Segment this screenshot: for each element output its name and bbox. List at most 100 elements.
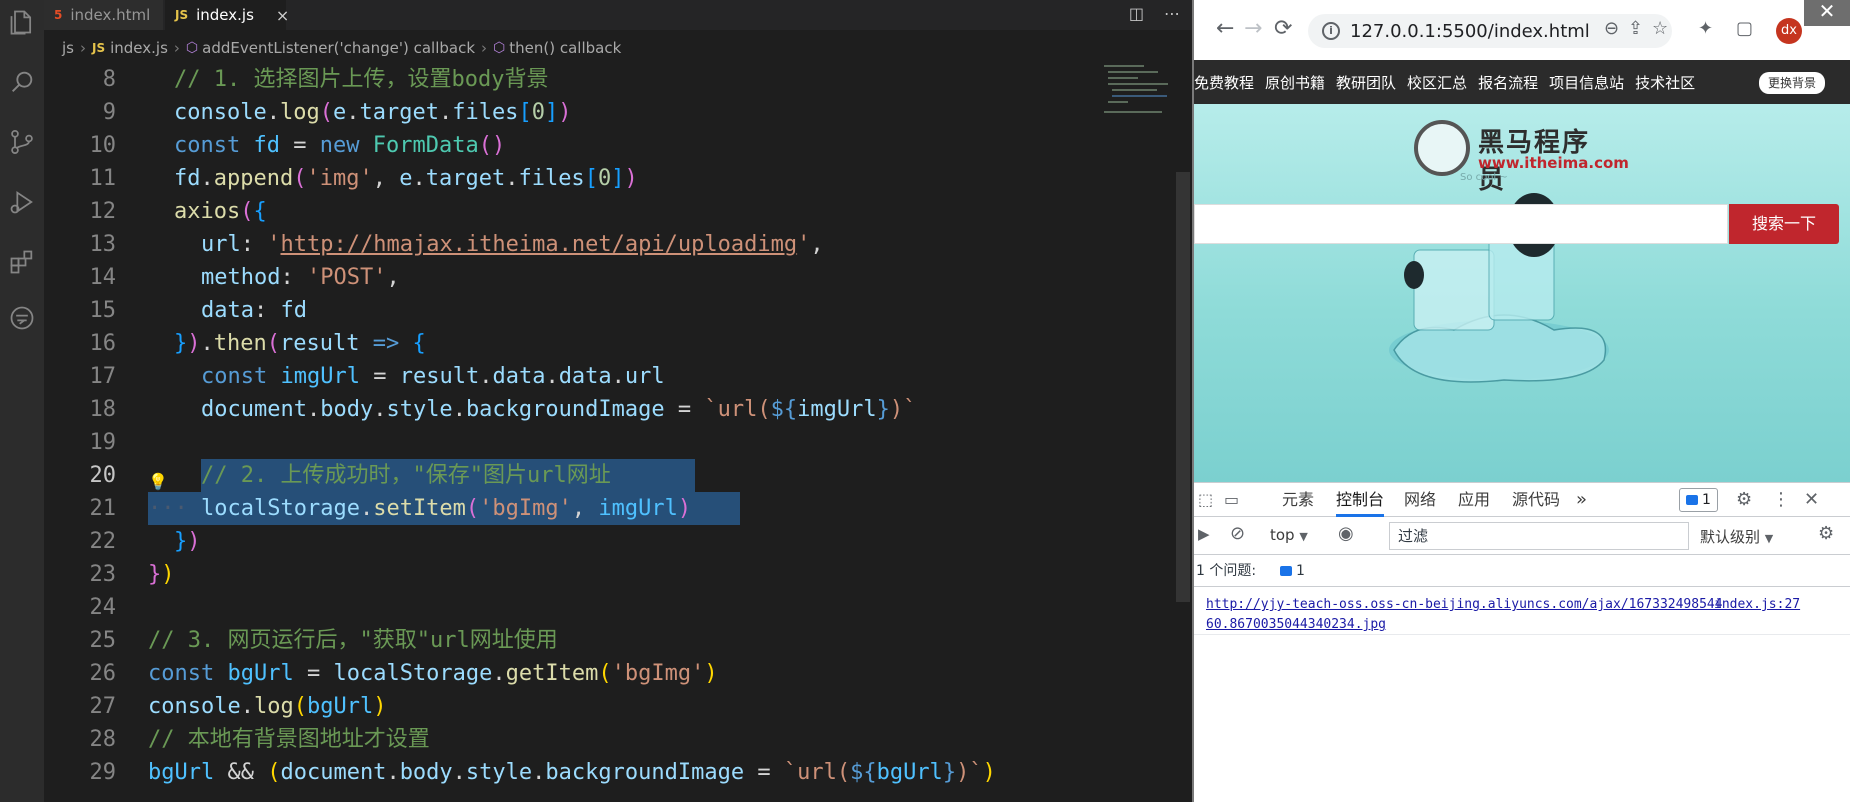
more-actions-icon[interactable]: ⋯ [1164,4,1180,23]
tab-index-html[interactable]: 5 index.html [44,0,164,30]
device-toolbar-icon[interactable]: ▭ [1224,483,1239,517]
code-line: 14 method: 'POST', [89,265,400,290]
inspect-element-icon[interactable]: ⬚ [1198,483,1213,517]
tab-network[interactable]: 网络 [1404,483,1436,517]
code-line: 24 [89,595,117,620]
log-message-link[interactable]: http://yjy-teach-oss.oss-cn-beijing.aliy… [1206,595,1726,635]
log-level-select[interactable]: 默认级别 ▼ [1700,526,1773,547]
avatar[interactable]: dx [1776,18,1802,44]
side-panel-icon[interactable]: ▢ [1736,18,1753,39]
extensions-icon[interactable] [4,244,40,280]
code-line: 9 console.log(e.target.files[0]) [102,100,572,125]
context-selector[interactable]: top ▼ [1270,526,1308,544]
code-line: 25// 3. 网页运行后，"获取"url网址使用 [89,628,558,653]
web-page: 免费教程 原创书籍 教研团队 校区汇总 报名流程 项目信息站 技术社区 更换背景… [1194,60,1850,482]
code-line: 26 const bgUrl = localStorage.getItem('bg… [89,661,718,686]
forward-icon[interactable]: → [1244,16,1262,41]
breadcrumb: js › JS index.js › ⬡ addEventListener('c… [44,30,1192,66]
nav-link[interactable]: 校区汇总 [1407,72,1467,93]
lightbulb-icon[interactable]: 💡 [148,465,168,491]
bookmark-star-icon[interactable]: ☆ [1652,18,1668,39]
dropdown-arrow-icon: ▼ [1299,530,1308,543]
tab-sources[interactable]: 源代码 [1512,483,1560,517]
tab-console[interactable]: 控制台 [1336,483,1385,517]
breadcrumb-folder[interactable]: js [62,39,74,57]
run-debug-icon[interactable] [4,184,40,220]
site-info-icon[interactable]: i [1322,22,1340,40]
tab-application[interactable]: 应用 [1458,483,1490,517]
minimap[interactable] [1104,63,1174,123]
source-control-icon[interactable] [4,124,40,160]
kebab-menu-icon[interactable]: ⋮ [1772,483,1790,517]
zoom-icon[interactable]: ⊖ [1604,18,1619,39]
close-devtools-icon[interactable]: ✕ [1804,483,1819,517]
issues-count-badge[interactable]: 1 [1280,555,1305,587]
chevron-right-icon: › [79,39,86,57]
screen: 5 index.html JS index.js × ◫ ⋯ js › JS i… [0,0,1850,802]
code-line-selected: 21 ··· localStorage.setItem('bgImg', imgUr… [44,492,1154,525]
devtools-tabs: ⬚ ▭ 元素 控制台 网络 应用 源代码 » 1 ⚙ ⋮ ✕ [1194,483,1850,517]
code-line: 27 console.log(bgUrl) [89,694,387,719]
back-icon[interactable]: ← [1216,16,1234,41]
reload-icon[interactable]: ⟳ [1274,16,1292,41]
code-line: 23}) [89,562,175,587]
symbol-method-icon: ⬡ [493,40,506,56]
code-line: 18 document.body.style.backgroundImage = … [89,397,917,422]
log-source-link[interactable]: index.js:27 [1714,595,1800,615]
breadcrumb-scope-1[interactable]: addEventListener('change') callback [202,39,475,57]
code-line: 12 axios({ [89,199,267,224]
code-editor[interactable]: 8// 1. 选择图片上传，设置body背景 9 console.log(e.ta… [44,63,1154,802]
dropdown-arrow-icon: ▼ [1764,532,1774,545]
code-line: 22}) [89,529,201,554]
tab-elements[interactable]: 元素 [1282,483,1314,517]
browser-window: ← → ⟳ i 127.0.0.1:5500/index.html ⊖ ⇪ ☆ … [1192,0,1850,802]
remote-icon[interactable] [4,300,40,336]
window-close-icon[interactable]: ✕ [1804,0,1850,26]
console-filter-input[interactable]: 过滤 [1389,522,1689,550]
issues-summary[interactable]: 1 个问题: 1 [1194,555,1850,587]
explorer-icon[interactable] [4,4,40,40]
more-tabs-icon[interactable]: » [1576,483,1587,517]
js-file-icon: JS [175,8,189,22]
nav-link[interactable]: 报名流程 [1478,72,1538,93]
issues-label: 1 个问题: [1196,563,1257,579]
code-line: 28// 本地有背景图地址才设置 [89,727,430,752]
tab-index-js[interactable]: JS index.js × [165,0,289,30]
code-line: 16}).then(result => { [89,331,426,356]
nav-link[interactable]: 免费教程 [1194,72,1254,93]
nav-link[interactable]: 技术社区 [1635,72,1695,93]
nav-link[interactable]: 原创书籍 [1265,72,1325,93]
extensions-icon[interactable]: ✦ [1698,18,1713,39]
split-editor-icon[interactable]: ◫ [1129,4,1144,23]
share-icon[interactable]: ⇪ [1628,18,1643,39]
horse-logo-icon [1414,120,1470,176]
code-line: 19 [89,430,117,455]
change-background-button[interactable]: 更换背景 [1758,72,1825,94]
breadcrumb-file[interactable]: index.js [110,39,168,57]
chevron-right-icon: › [481,39,488,57]
brand-url: www.itheima.com [1478,154,1629,172]
symbol-method-icon: ⬡ [185,40,199,56]
code-line: 11 fd.append('img', e.target.files[0]) [89,166,638,191]
breadcrumb-scope-2[interactable]: then() callback [509,39,621,57]
nav-link[interactable]: 教研团队 [1336,72,1396,93]
site-search-button[interactable]: 搜索一下 [1729,204,1839,244]
console-toolbar: ▶ ⊘ top ▼ ◉ 过滤 默认级别 ▼ ⚙ [1194,517,1850,555]
chevron-right-icon: › [173,39,180,57]
search-icon[interactable] [4,64,40,100]
eye-icon[interactable]: ◉ [1338,523,1354,544]
sidebar-toggle-icon[interactable]: ▶ [1198,525,1210,543]
close-tab-icon[interactable]: × [276,6,289,25]
clear-console-icon[interactable]: ⊘ [1230,523,1245,544]
activity-bar [0,0,44,802]
code-line: 17 const imgUrl = result.data.data.url [89,364,665,389]
editor-tabs: 5 index.html JS index.js × ◫ ⋯ [44,0,1192,30]
settings-icon[interactable]: ⚙ [1736,483,1752,517]
site-search-input[interactable] [1194,204,1728,244]
editor-scrollbar[interactable] [1176,172,1190,602]
nav-link[interactable]: 项目信息站 [1549,72,1624,93]
browser-toolbar: ← → ⟳ i 127.0.0.1:5500/index.html ⊖ ⇪ ☆ … [1194,0,1850,60]
issue-flag-icon [1280,566,1292,576]
issues-badge[interactable]: 1 [1679,488,1718,512]
console-settings-icon[interactable]: ⚙ [1818,523,1834,544]
